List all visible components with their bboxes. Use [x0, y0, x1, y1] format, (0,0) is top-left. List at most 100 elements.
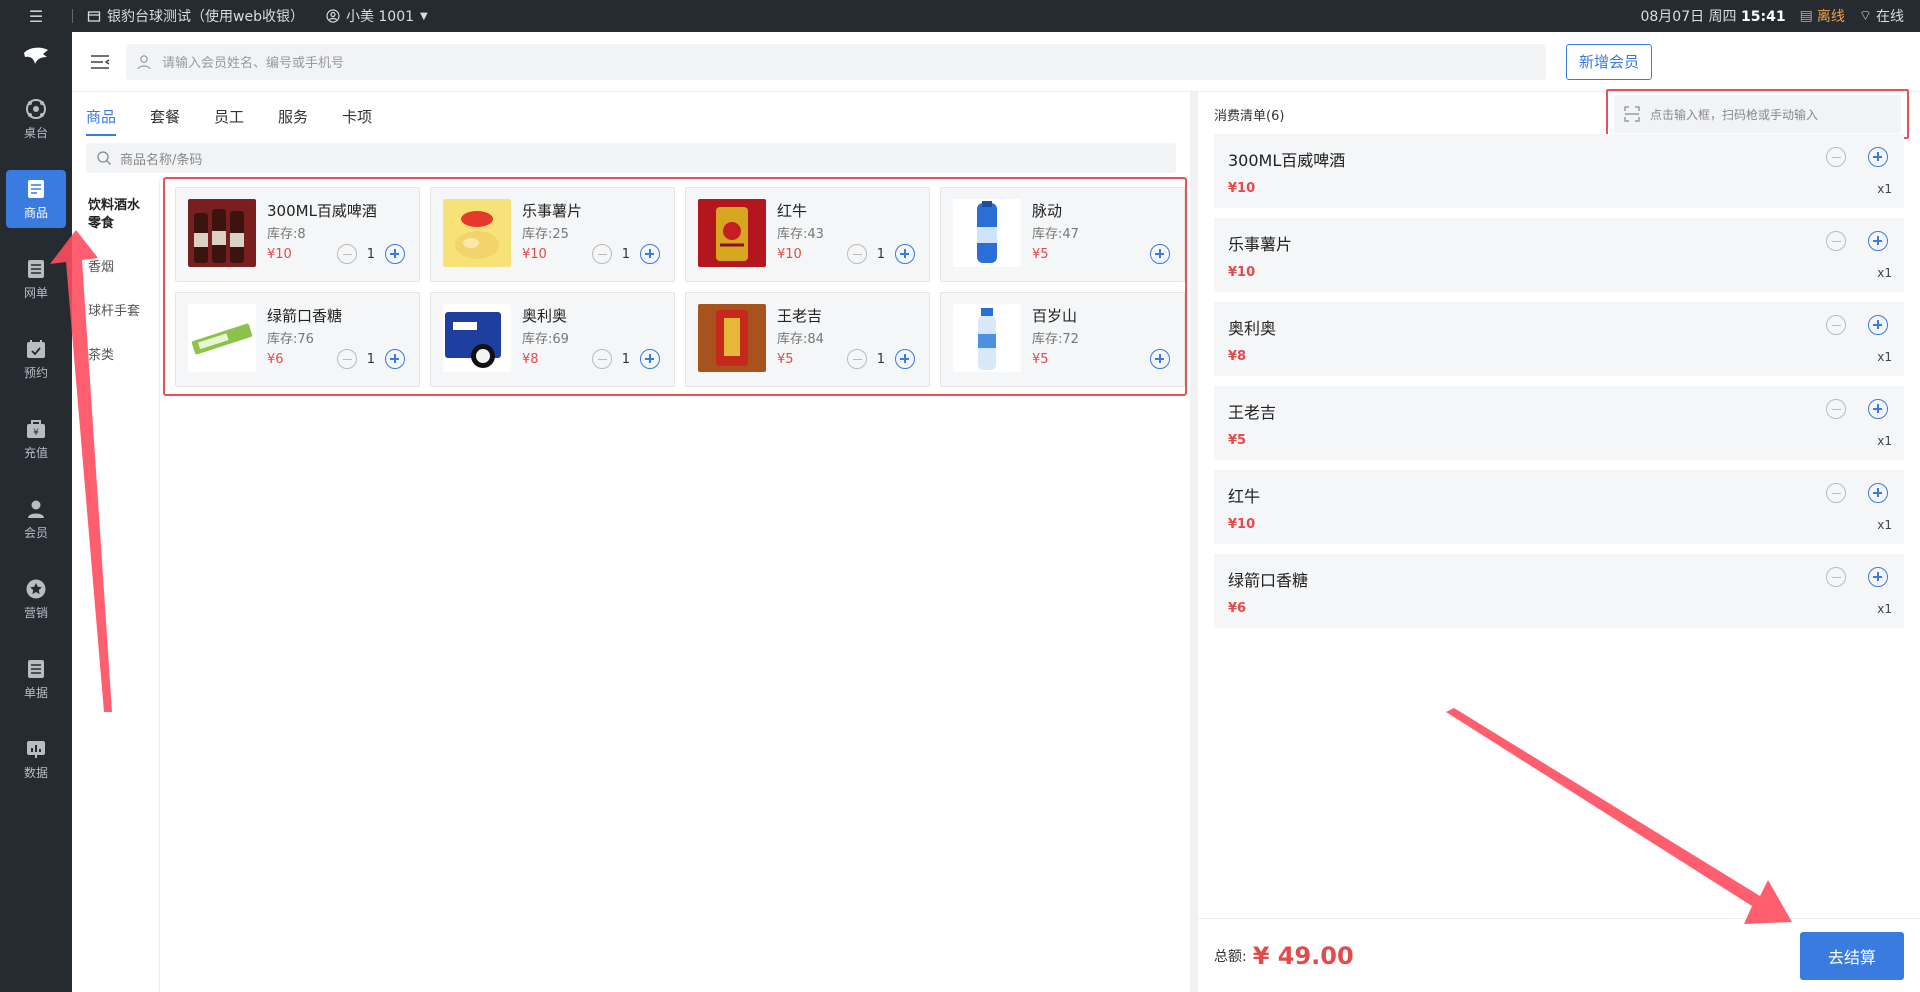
tab[interactable]: 服务 — [278, 96, 308, 136]
plus-icon[interactable] — [1150, 349, 1170, 369]
quantity-value: 1 — [366, 246, 375, 262]
product-name: 百岁山 — [1032, 307, 1078, 325]
user-name: 小美 1001 — [345, 9, 415, 25]
plus-icon[interactable] — [1868, 315, 1888, 335]
category-item[interactable]: 茶类 — [72, 347, 159, 365]
tab[interactable]: 商品 — [86, 96, 117, 136]
sidebar-item-label: 单据 — [23, 685, 48, 700]
cart-item[interactable]: 绿箭口香糖 ¥6 x1 — [1214, 554, 1904, 628]
top-bar: ☰ 银豹台球测试（使用web收银） 小美 1001 ▼ 08月07日 周四 15… — [0, 0, 1920, 32]
sidebar-item[interactable]: 网单 — [6, 250, 66, 308]
product-price: ¥5 — [777, 352, 794, 367]
product-price: ¥10 — [267, 247, 292, 262]
goods-grid-highlight: 300ML百威啤酒 库存:8 ¥10 1 乐事薯片 库存:25 ¥10 1 红牛… — [163, 177, 1187, 396]
cart-item[interactable]: 300ML百威啤酒 ¥10 x1 — [1214, 134, 1904, 208]
product-card[interactable]: 百岁山 库存:72 ¥5 — [940, 292, 1185, 387]
plus-icon[interactable] — [895, 349, 915, 369]
product-image — [953, 304, 1021, 372]
sidebar-item[interactable]: ¥ 充值 — [6, 410, 66, 468]
product-name: 王老吉 — [777, 307, 823, 325]
product-price: ¥5 — [1032, 352, 1049, 367]
product-card[interactable]: 300ML百威啤酒 库存:8 ¥10 1 — [175, 187, 420, 282]
cart-item-name: 乐事薯片 — [1228, 235, 1293, 254]
sidebar-item[interactable]: 营销 — [6, 570, 66, 628]
goods-search-input[interactable]: 商品名称/条码 — [86, 143, 1176, 173]
checkout-button[interactable]: 去结算 — [1800, 931, 1904, 980]
person-icon — [137, 54, 151, 69]
wifi-icon: ⌔ — [1858, 8, 1872, 24]
plus-icon[interactable] — [640, 244, 660, 264]
plus-icon[interactable] — [640, 349, 660, 369]
quantity-value: 1 — [366, 351, 375, 367]
sidebar-item[interactable]: 商品 — [6, 170, 66, 228]
plus-icon[interactable] — [895, 244, 915, 264]
plus-icon[interactable] — [1868, 399, 1888, 419]
product-card[interactable]: 奥利奥 库存:69 ¥8 1 — [430, 292, 675, 387]
tab[interactable]: 套餐 — [150, 96, 180, 136]
minus-icon[interactable] — [1826, 147, 1846, 167]
minus-icon[interactable] — [846, 349, 867, 369]
product-card[interactable]: 王老吉 库存:84 ¥5 1 — [685, 292, 930, 387]
panel-divider[interactable] — [1190, 92, 1198, 992]
menu-icon[interactable]: ☰ — [0, 0, 72, 32]
cart-item[interactable]: 奥利奥 ¥8 x1 — [1214, 302, 1904, 376]
category-item[interactable]: 球杆手套 — [72, 303, 159, 321]
tab[interactable]: 员工 — [214, 96, 244, 136]
total-amount: ¥ 49.00 — [1252, 941, 1354, 970]
sidebar-item[interactable]: 预约 — [6, 330, 66, 388]
cart-item[interactable]: 王老吉 ¥5 x1 — [1214, 386, 1904, 460]
quantity-stepper: 1 — [846, 244, 915, 264]
cart-list: 300ML百威啤酒 ¥10 x1 乐事薯片 ¥10 x1 奥利奥 ¥8 x1 王老吉 … — [1214, 134, 1904, 638]
minus-icon[interactable] — [1826, 567, 1846, 587]
plus-icon[interactable] — [1868, 147, 1888, 167]
cart-item[interactable]: 乐事薯片 ¥10 x1 — [1214, 218, 1904, 292]
category-item[interactable]: 饮料酒水零食 — [72, 197, 142, 233]
arrow-to-checkout — [1446, 708, 1792, 924]
product-card[interactable]: 乐事薯片 库存:25 ¥10 1 — [430, 187, 675, 282]
date-text: 08月07日 周四 15:41 — [1640, 9, 1786, 25]
user-selector[interactable]: 小美 1001 ▼ — [326, 6, 428, 26]
sidebar-item[interactable]: 单据 — [6, 650, 66, 708]
product-card[interactable]: 绿箭口香糖 库存:76 ¥6 1 — [175, 292, 420, 387]
sidebar-item[interactable]: 数据 — [6, 730, 66, 788]
category-item[interactable]: 香烟 — [72, 259, 159, 277]
offline-status[interactable]: ▤ 离线 — [1800, 6, 1845, 26]
product-card[interactable]: 脉动 库存:47 ¥5 — [940, 187, 1185, 282]
product-name: 绿箭口香糖 — [267, 307, 343, 325]
minus-icon[interactable] — [1826, 399, 1846, 419]
scan-input[interactable]: 点击输入框，扫码枪或手动输入 — [1614, 95, 1901, 133]
minus-icon[interactable] — [591, 349, 612, 369]
store-selector[interactable]: 银豹台球测试（使用web收银） — [87, 6, 304, 26]
plus-icon[interactable] — [1868, 483, 1888, 503]
tab[interactable]: 卡项 — [342, 96, 372, 136]
recharge-icon: ¥ — [25, 418, 47, 440]
minus-icon[interactable] — [846, 244, 867, 264]
member-search-input[interactable]: 请输入会员姓名、编号或手机号 — [126, 43, 1546, 80]
new-member-button[interactable]: 新增会员 — [1566, 43, 1652, 80]
product-image — [953, 199, 1021, 267]
product-stock: 库存:76 — [267, 332, 314, 347]
plus-icon[interactable] — [1150, 244, 1170, 264]
minus-icon[interactable] — [591, 244, 612, 264]
product-price: ¥10 — [522, 247, 547, 262]
sidebar-item[interactable]: 会员 — [6, 490, 66, 548]
plus-icon[interactable] — [385, 349, 405, 369]
sidebar-item[interactable]: 桌台 — [6, 90, 66, 148]
scan-placeholder: 点击输入框，扫码枪或手动输入 — [1650, 107, 1819, 122]
plus-icon[interactable] — [1868, 231, 1888, 251]
plus-icon[interactable] — [1868, 567, 1888, 587]
minus-icon[interactable] — [1826, 231, 1846, 251]
time-text: 15:41 — [1741, 9, 1786, 25]
product-stock: 库存:72 — [1032, 332, 1079, 347]
minus-icon[interactable] — [1826, 315, 1846, 335]
collapse-menu-icon[interactable] — [86, 48, 114, 76]
minus-icon[interactable] — [336, 349, 357, 369]
minus-icon[interactable] — [336, 244, 357, 264]
cart-item[interactable]: 红牛 ¥10 x1 — [1214, 470, 1904, 544]
sidebar-item-label: 营销 — [23, 605, 48, 620]
plus-icon[interactable] — [385, 244, 405, 264]
product-card[interactable]: 红牛 库存:43 ¥10 1 — [685, 187, 930, 282]
goods-icon — [25, 178, 47, 200]
total-label: 总额: — [1214, 948, 1247, 965]
minus-icon[interactable] — [1826, 483, 1846, 503]
